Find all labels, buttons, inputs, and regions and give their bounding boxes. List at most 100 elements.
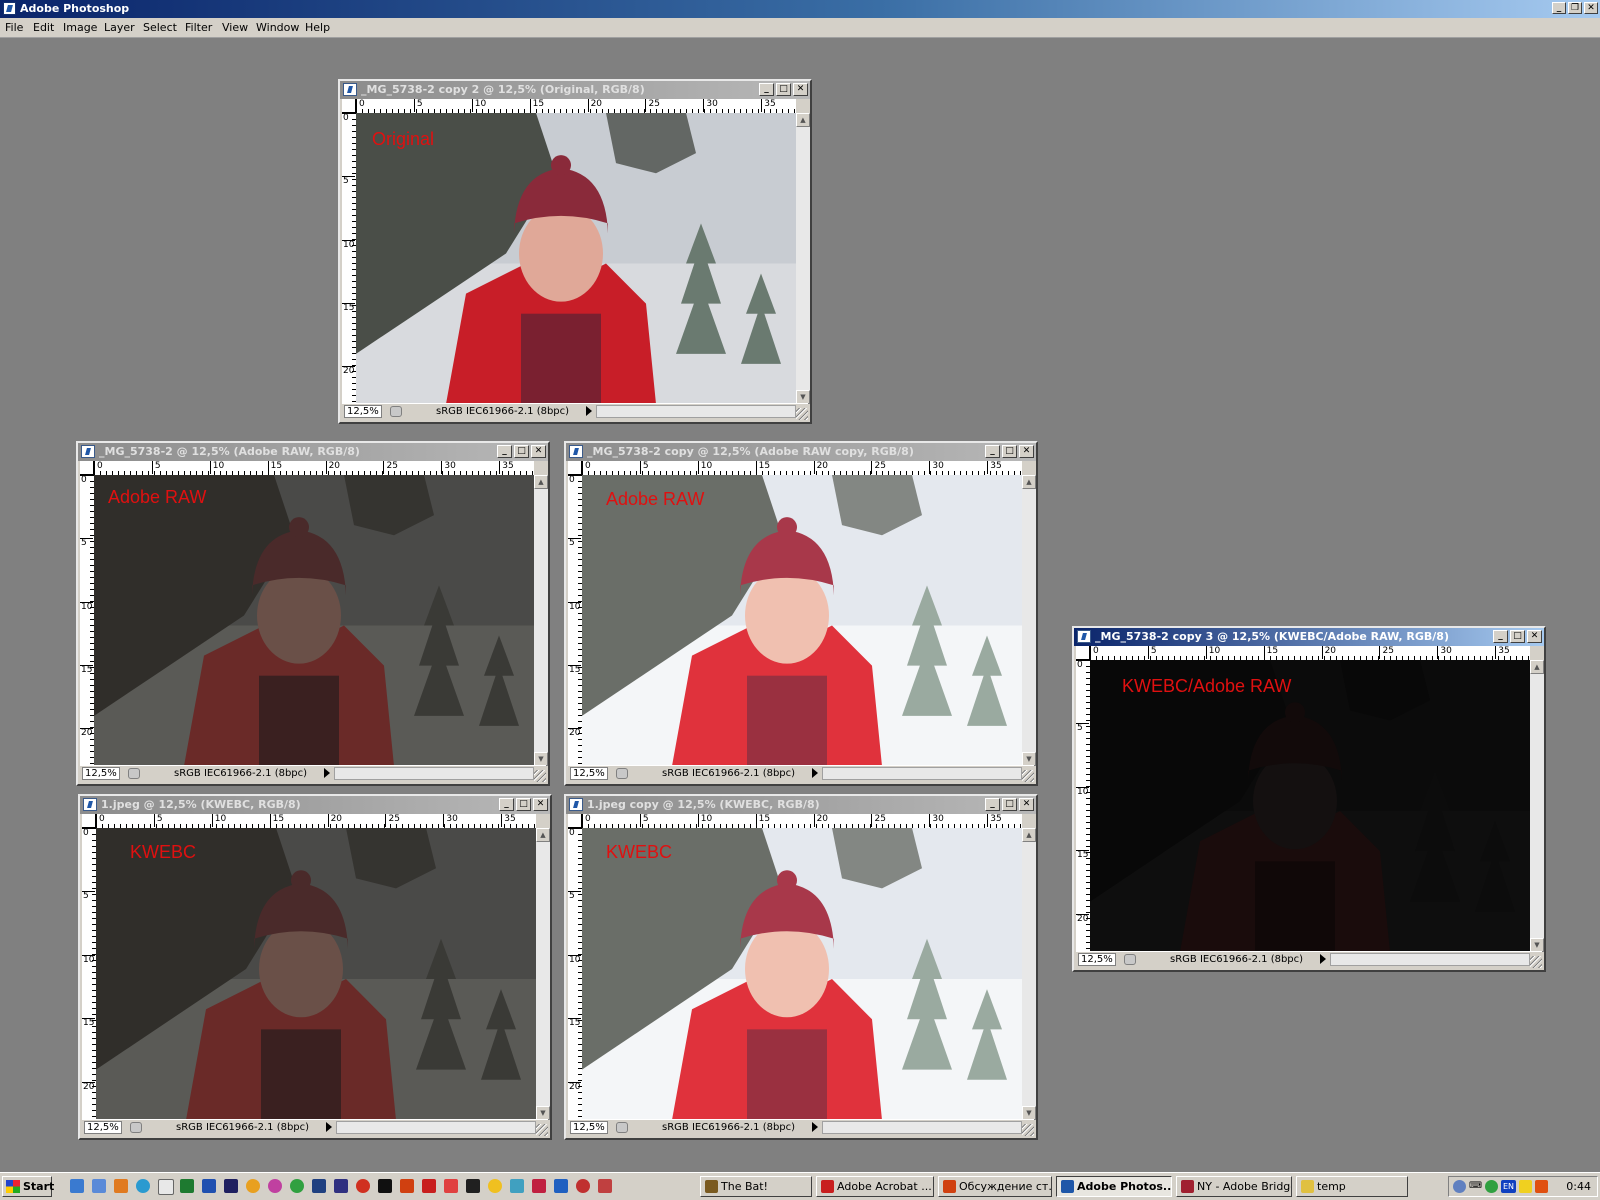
app-restore-button[interactable]: ❐ bbox=[1568, 2, 1582, 14]
vertical-scrollbar[interactable]: ▲ ▼ bbox=[796, 113, 810, 404]
menu-help[interactable]: Help bbox=[305, 21, 330, 34]
vertical-scrollbar[interactable]: ▲ ▼ bbox=[1530, 660, 1544, 952]
status-info-icon[interactable] bbox=[130, 1122, 142, 1133]
ruler-origin[interactable] bbox=[1076, 646, 1090, 660]
document-minimize-button[interactable]: _ bbox=[985, 798, 1000, 811]
horizontal-scrollbar[interactable] bbox=[336, 1121, 536, 1134]
ruler-origin[interactable] bbox=[342, 99, 356, 113]
task-temp-folder[interactable]: temp bbox=[1296, 1176, 1408, 1197]
scroll-down-arrow[interactable]: ▼ bbox=[534, 752, 548, 766]
document-title-bar[interactable]: _MG_5738-2 @ 12,5% (Adobe RAW, RGB/8) _ … bbox=[78, 443, 548, 461]
zoom-field[interactable]: 12,5% bbox=[344, 405, 382, 418]
document-title-bar[interactable]: _MG_5738-2 copy 3 @ 12,5% (KWEBC/Adobe R… bbox=[1074, 628, 1544, 646]
document-maximize-button[interactable]: □ bbox=[1002, 798, 1017, 811]
zoom-field[interactable]: 12,5% bbox=[570, 1121, 608, 1134]
vertical-ruler[interactable]: 0 5 10 15 20 bbox=[1076, 660, 1091, 952]
app-icon-19[interactable] bbox=[466, 1179, 480, 1193]
scroll-down-arrow[interactable]: ▼ bbox=[1530, 938, 1544, 952]
vertical-scrollbar[interactable]: ▲ ▼ bbox=[1022, 828, 1036, 1120]
app-icon-11[interactable] bbox=[290, 1179, 304, 1193]
status-info-icon[interactable] bbox=[390, 406, 402, 417]
resize-grip-icon[interactable] bbox=[534, 770, 546, 782]
ruler-origin[interactable] bbox=[568, 461, 582, 475]
status-menu-arrow-icon[interactable] bbox=[1320, 954, 1326, 964]
document-icon[interactable] bbox=[343, 83, 357, 96]
task-the-bat[interactable]: The Bat! bbox=[700, 1176, 812, 1197]
menu-filter[interactable]: Filter bbox=[185, 21, 212, 34]
word-icon[interactable] bbox=[202, 1179, 216, 1193]
app-minimize-button[interactable]: _ bbox=[1552, 2, 1566, 14]
menu-image[interactable]: Image bbox=[63, 21, 97, 34]
document-close-button[interactable]: ✕ bbox=[1527, 630, 1542, 643]
menu-view[interactable]: View bbox=[222, 21, 248, 34]
scroll-up-arrow[interactable]: ▲ bbox=[1022, 475, 1036, 489]
status-info-icon[interactable] bbox=[128, 768, 140, 779]
document-minimize-button[interactable]: _ bbox=[759, 83, 774, 96]
menu-window[interactable]: Window bbox=[256, 21, 299, 34]
horizontal-ruler[interactable]: 0 5 10 15 20 25 30 35 bbox=[94, 461, 534, 476]
acrobat-icon[interactable] bbox=[422, 1179, 436, 1193]
vertical-scrollbar[interactable]: ▲ ▼ bbox=[536, 828, 550, 1120]
document-minimize-button[interactable]: _ bbox=[1493, 630, 1508, 643]
task-adobe-bridge[interactable]: NY - Adobe Bridge bbox=[1176, 1176, 1292, 1197]
document-window-kwebc-copy[interactable]: 1.jpeg copy @ 12,5% (KWEBC, RGB/8) _ □ ✕… bbox=[564, 794, 1038, 1140]
horizontal-ruler[interactable]: 0 5 10 15 20 25 30 35 bbox=[582, 461, 1022, 476]
menu-edit[interactable]: Edit bbox=[33, 21, 54, 34]
zoom-field[interactable]: 12,5% bbox=[570, 767, 608, 780]
document-close-button[interactable]: ✕ bbox=[533, 798, 548, 811]
horizontal-ruler[interactable]: 0 5 10 15 20 25 30 35 bbox=[582, 814, 1022, 829]
image-canvas[interactable]: Adobe RAW bbox=[582, 475, 1022, 766]
status-menu-arrow-icon[interactable] bbox=[326, 1122, 332, 1132]
zoom-field[interactable]: 12,5% bbox=[84, 1121, 122, 1134]
vertical-scrollbar[interactable]: ▲ ▼ bbox=[1022, 475, 1036, 766]
resize-grip-icon[interactable] bbox=[1530, 956, 1542, 968]
language-indicator[interactable]: EN bbox=[1501, 1180, 1516, 1193]
menu-select[interactable]: Select bbox=[143, 21, 177, 34]
document-close-button[interactable]: ✕ bbox=[1019, 798, 1034, 811]
excel-icon[interactable] bbox=[180, 1179, 194, 1193]
scroll-down-arrow[interactable]: ▼ bbox=[796, 390, 810, 404]
horizontal-scrollbar[interactable] bbox=[596, 405, 796, 418]
app-icon-13[interactable] bbox=[334, 1179, 348, 1193]
vertical-ruler[interactable]: 0 5 10 15 20 bbox=[80, 475, 95, 766]
document-icon[interactable] bbox=[569, 445, 583, 458]
document-minimize-button[interactable]: _ bbox=[497, 445, 512, 458]
scroll-down-arrow[interactable]: ▼ bbox=[1022, 1106, 1036, 1120]
tray-app-icon[interactable] bbox=[1519, 1180, 1532, 1193]
app-icon-9[interactable] bbox=[246, 1179, 260, 1193]
resize-grip-icon[interactable] bbox=[536, 1124, 548, 1136]
image-canvas[interactable]: Original bbox=[356, 113, 796, 404]
document-icon[interactable] bbox=[83, 798, 97, 811]
status-menu-arrow-icon[interactable] bbox=[812, 768, 818, 778]
vertical-scrollbar[interactable]: ▲ ▼ bbox=[534, 475, 548, 766]
horizontal-ruler[interactable]: 0 5 10 15 20 25 30 35 bbox=[1090, 646, 1530, 661]
document-window-kwebc-adobe-raw[interactable]: _MG_5738-2 copy 3 @ 12,5% (KWEBC/Adobe R… bbox=[1072, 626, 1546, 972]
vertical-ruler[interactable]: 0 5 10 15 20 bbox=[342, 113, 357, 404]
document-close-button[interactable]: ✕ bbox=[531, 445, 546, 458]
start-button[interactable]: Start bbox=[2, 1176, 54, 1197]
vertical-ruler[interactable]: 0 5 10 15 20 bbox=[82, 828, 97, 1120]
document-icon[interactable] bbox=[1077, 630, 1091, 643]
firefox-icon[interactable] bbox=[136, 1179, 150, 1193]
winamp-icon[interactable] bbox=[158, 1179, 174, 1195]
scroll-down-arrow[interactable]: ▼ bbox=[536, 1106, 550, 1120]
keyboard-icon[interactable]: ⌨ bbox=[1469, 1180, 1482, 1193]
status-info-icon[interactable] bbox=[1124, 954, 1136, 965]
document-window-adobe-raw-copy[interactable]: _MG_5738-2 copy @ 12,5% (Adobe RAW copy,… bbox=[564, 441, 1038, 786]
app-icon-10[interactable] bbox=[268, 1179, 282, 1193]
document-window-kwebc-dark[interactable]: 1.jpeg @ 12,5% (KWEBC, RGB/8) _ □ ✕ 0 5 10… bbox=[78, 794, 552, 1140]
scroll-up-arrow[interactable]: ▲ bbox=[1530, 660, 1544, 674]
zoom-field[interactable]: 12,5% bbox=[1078, 953, 1116, 966]
document-window-adobe-raw-dark[interactable]: _MG_5738-2 @ 12,5% (Adobe RAW, RGB/8) _ … bbox=[76, 441, 550, 786]
app-close-button[interactable]: ✕ bbox=[1584, 2, 1598, 14]
app-icon-14[interactable] bbox=[356, 1179, 370, 1193]
resize-grip-icon[interactable] bbox=[1022, 770, 1034, 782]
scroll-up-arrow[interactable]: ▲ bbox=[1022, 828, 1036, 842]
app-icon-12[interactable] bbox=[312, 1179, 326, 1193]
document-minimize-button[interactable]: _ bbox=[985, 445, 1000, 458]
horizontal-scrollbar[interactable] bbox=[1330, 953, 1530, 966]
document-window-original[interactable]: _MG_5738-2 copy 2 @ 12,5% (Original, RGB… bbox=[338, 79, 812, 424]
horizontal-scrollbar[interactable] bbox=[822, 1121, 1022, 1134]
status-info-icon[interactable] bbox=[616, 768, 628, 779]
photoshop-app-icon[interactable] bbox=[3, 2, 16, 15]
